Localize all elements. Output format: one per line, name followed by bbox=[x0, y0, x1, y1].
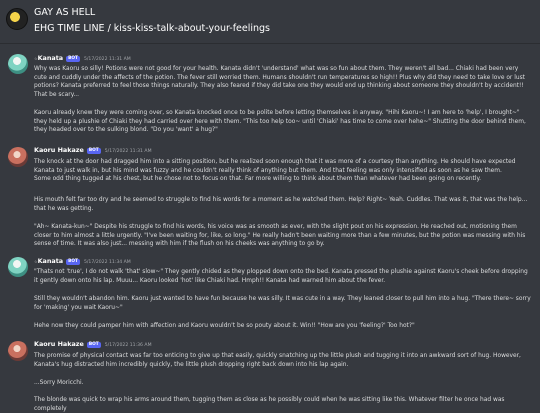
message-paragraph: Why was Kaoru so silly! Potions were not… bbox=[34, 66, 525, 98]
message-header: ☆Kanata BOT 5/17/2022 11:34 AM bbox=[34, 257, 131, 267]
channel-path[interactable]: EHG TIME LINE / kiss-kiss-talk-about-you… bbox=[34, 23, 270, 34]
bot-badge: BOT bbox=[86, 342, 101, 348]
message-header: Kaoru Hakaze BOT 5/17/2022 11:31 AM bbox=[34, 146, 152, 156]
author-name[interactable]: Kanata bbox=[38, 54, 64, 62]
message-paragraph: "Thats not 'true', I do not walk 'that' … bbox=[34, 269, 528, 284]
bot-badge: BOT bbox=[86, 148, 101, 154]
message-header: ☆Kanata BOT 5/17/2022 11:31 AM bbox=[34, 54, 131, 64]
bot-badge: BOT bbox=[66, 259, 80, 265]
message-paragraph: ...Sorry Moricchi. bbox=[34, 380, 84, 386]
message-paragraph: Kaoru already knew they were coming over… bbox=[34, 110, 526, 133]
author-name[interactable]: Kaoru Hakaze bbox=[34, 340, 84, 348]
message-paragraph: The promise of physical contact was far … bbox=[34, 353, 521, 368]
timestamp[interactable]: 5/17/2022 11:31 AM bbox=[84, 57, 131, 62]
timestamp[interactable]: 5/17/2022 11:36 AM bbox=[105, 343, 152, 348]
message-paragraph: Hehe now they could pamper him with affe… bbox=[34, 323, 415, 329]
avatar[interactable] bbox=[8, 54, 28, 74]
bot-badge: BOT bbox=[66, 56, 80, 62]
channel-header: GAY AS HELL EHG TIME LINE / kiss-kiss-ta… bbox=[0, 0, 540, 44]
timestamp[interactable]: 5/17/2022 11:31 AM bbox=[105, 149, 152, 154]
timestamp[interactable]: 5/17/2022 11:34 AM bbox=[84, 260, 131, 265]
message-paragraph: Still they wouldn't abandon him. Kaoru j… bbox=[34, 296, 531, 311]
avatar[interactable] bbox=[8, 341, 28, 361]
server-icon[interactable] bbox=[6, 8, 28, 30]
avatar[interactable] bbox=[8, 257, 28, 277]
message-paragraph: "Ah~ Kanata-kun~" Despite his struggle t… bbox=[34, 224, 526, 247]
author-name[interactable]: Kanata bbox=[38, 257, 64, 265]
message-paragraph: His mouth felt far too dry and he seemed… bbox=[34, 197, 528, 212]
author-name[interactable]: Kaoru Hakaze bbox=[34, 146, 84, 154]
server-name[interactable]: GAY AS HELL bbox=[34, 7, 95, 18]
avatar[interactable] bbox=[8, 147, 28, 167]
message-paragraph: The knock at the door had dragged him in… bbox=[34, 159, 516, 182]
message-header: Kaoru Hakaze BOT 5/17/2022 11:36 AM bbox=[34, 340, 152, 350]
